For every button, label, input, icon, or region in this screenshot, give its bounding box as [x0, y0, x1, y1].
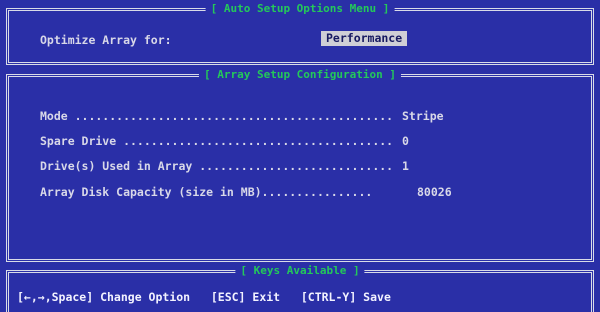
- keys-help-text: [←,→,Space] Change Option [ESC] Exit [CT…: [17, 290, 391, 304]
- optimize-array-value[interactable]: Performance: [321, 31, 408, 46]
- drives-used-label: Drive(s) Used in Array .................…: [40, 159, 394, 173]
- auto-setup-title: [ Auto Setup Options Menu ]: [205, 3, 395, 15]
- array-config-title: [ Array Setup Configuration ]: [198, 69, 402, 81]
- mode-label: Mode ...................................…: [40, 109, 394, 123]
- mode-value: Stripe: [402, 109, 444, 123]
- spare-drive-value: 0: [402, 134, 409, 148]
- array-disk-capacity-value: 80026: [417, 185, 452, 199]
- drives-used-value: 1: [402, 159, 409, 173]
- spare-drive-label: Spare Drive ............................…: [40, 134, 394, 148]
- bios-screen: [ Auto Setup Options Menu ] Optimize Arr…: [0, 0, 600, 312]
- array-disk-capacity-label: Array Disk Capacity (size in MB)........…: [40, 185, 373, 199]
- optimize-array-label: Optimize Array for:: [40, 33, 172, 47]
- keys-available-title: [ Keys Available ]: [235, 265, 365, 277]
